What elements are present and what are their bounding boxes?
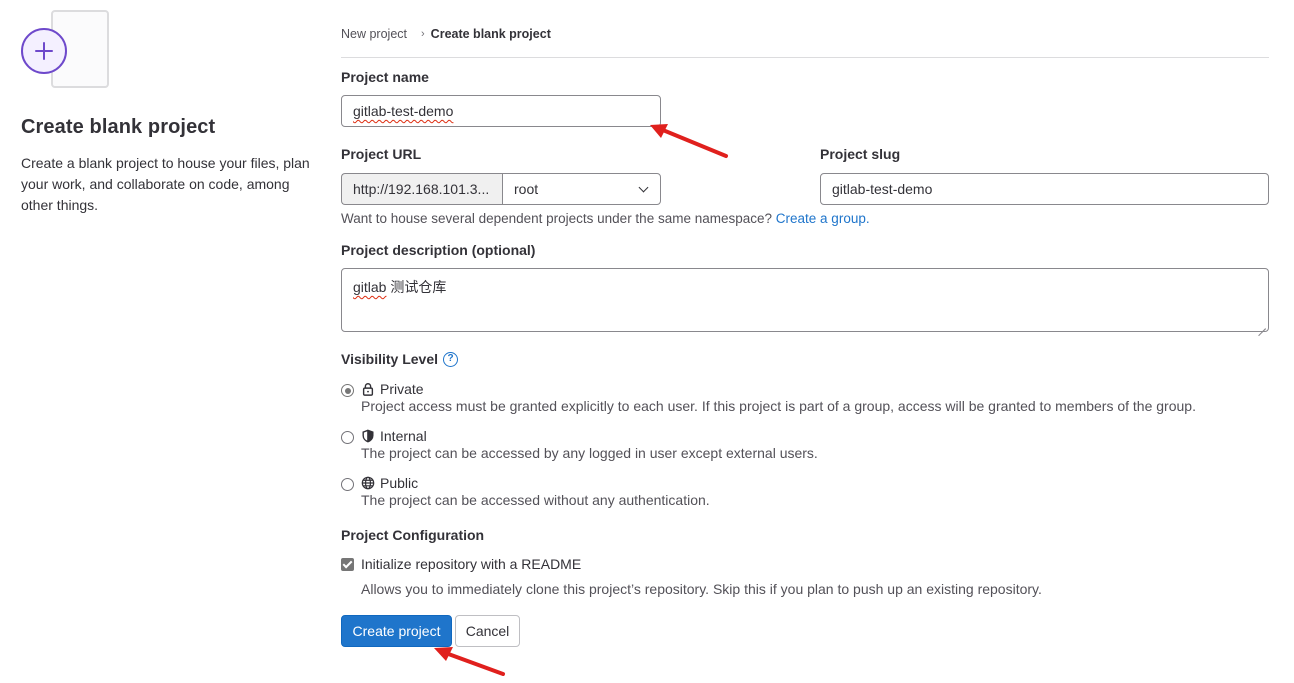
chevron-right-icon: › <box>421 27 425 40</box>
description-value-word: gitlab <box>353 279 387 295</box>
project-url-label: Project URL <box>341 146 422 162</box>
radio-internal[interactable] <box>341 431 354 444</box>
project-slug-label: Project slug <box>820 146 901 162</box>
project-name-label: Project name <box>341 69 429 85</box>
project-url-group: http://192.168.101.3... root <box>341 173 661 205</box>
description-value-rest: 测试仓库 <box>386 279 447 295</box>
visibility-option-public[interactable]: Public The project can be accessed witho… <box>341 475 710 508</box>
breadcrumb: New project › Create blank project <box>341 0 1269 58</box>
chevron-down-icon <box>638 182 649 192</box>
visibility-option-internal[interactable]: Internal The project can be accessed by … <box>341 428 818 461</box>
project-slug-input[interactable]: gitlab-test-demo <box>820 173 1269 205</box>
globe-icon <box>361 476 375 490</box>
project-name-value: gitlab-test-demo <box>353 103 454 119</box>
cancel-button[interactable]: Cancel <box>455 615 520 647</box>
project-configuration-label: Project Configuration <box>341 527 485 543</box>
private-title: Private <box>380 381 424 397</box>
project-slug-value: gitlab-test-demo <box>832 181 933 197</box>
group-hint: Want to house several dependent projects… <box>341 211 870 226</box>
namespace-select[interactable]: root <box>502 173 661 205</box>
readme-label: Initialize repository with a README <box>361 556 582 572</box>
visibility-level-text: Visibility Level <box>341 351 439 367</box>
create-group-link[interactable]: Create a group. <box>776 211 870 226</box>
page-title: Create blank project <box>21 116 216 138</box>
internal-title: Internal <box>380 428 427 444</box>
page-description: Create a blank project to house your fil… <box>21 155 310 213</box>
project-url-prefix: http://192.168.101.3... <box>341 173 502 205</box>
left-panel: Create blank project Create a blank proj… <box>21 10 321 216</box>
readme-checkbox-row[interactable]: Initialize repository with a README <box>341 556 581 572</box>
resize-handle-icon[interactable] <box>1258 321 1266 329</box>
lock-icon <box>362 383 374 396</box>
visibility-level-label: Visibility Level ? <box>341 351 459 367</box>
plus-circle-icon <box>21 28 67 74</box>
main-form: New project › Create blank project Proje… <box>341 0 1269 647</box>
project-name-input[interactable]: gitlab-test-demo <box>341 95 661 127</box>
project-description-label: Project description (optional) <box>341 242 536 258</box>
question-circle-icon[interactable]: ? <box>443 351 459 367</box>
project-description-textarea[interactable]: gitlab 测试仓库 <box>341 268 1269 332</box>
namespace-value: root <box>514 181 539 197</box>
private-description: Project access must be granted explicitl… <box>361 398 1196 414</box>
breadcrumb-current: Create blank project <box>430 26 551 41</box>
visibility-option-private[interactable]: Private Project access must be granted e… <box>341 381 1196 414</box>
breadcrumb-new-project[interactable]: New project <box>341 27 407 41</box>
radio-public[interactable] <box>341 478 354 491</box>
radio-private[interactable] <box>341 384 354 397</box>
create-project-button[interactable]: Create project <box>341 615 452 647</box>
group-hint-text: Want to house several dependent projects… <box>341 211 776 226</box>
internal-description: The project can be accessed by any logge… <box>361 445 818 461</box>
readme-help-text: Allows you to immediately clone this pro… <box>361 581 1042 597</box>
public-title: Public <box>380 475 419 491</box>
shield-icon <box>362 429 374 443</box>
blank-project-illustration <box>21 10 111 92</box>
public-description: The project can be accessed without any … <box>361 492 710 508</box>
readme-checkbox[interactable] <box>341 557 354 571</box>
